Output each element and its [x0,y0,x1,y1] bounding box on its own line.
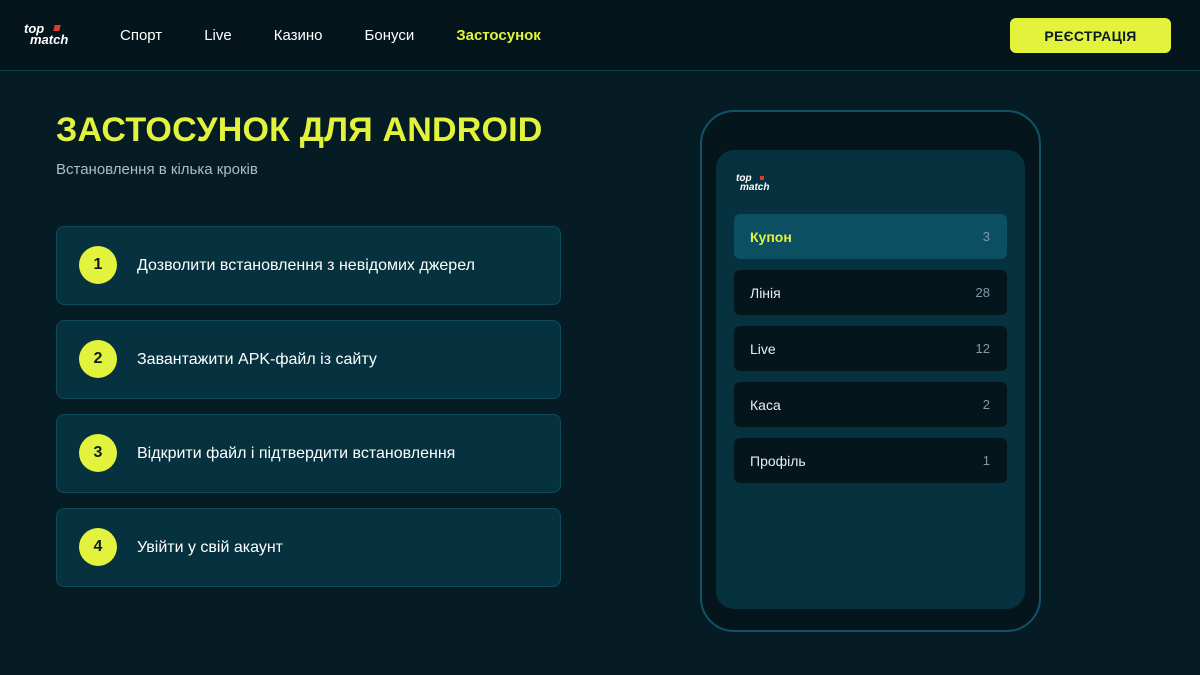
menu-item-count: 12 [975,341,990,356]
main-nav: Спорт Live Казино Бонуси Застосунок [120,0,583,70]
app-logo-top-text: top [736,173,752,184]
step-number-badge: 2 [79,340,117,378]
nav-item-app[interactable]: Застосунок [456,27,541,44]
menu-item-count: 2 [982,397,990,412]
step-number-badge: 3 [79,434,117,472]
app-menu-item-profile[interactable]: Профіль 1 [734,438,1007,483]
step-text: Завантажити APK-файл із сайту [137,350,377,368]
menu-item-label: Профіль [750,452,806,469]
phone-mockup: top match Купон 3 Лінія 28 Live 12 Каса … [700,110,1041,632]
step-card: 4 Увійти у свій акаунт [56,508,561,587]
step-text: Дозволити встановлення з невідомих джере… [137,256,475,274]
app-logo: top match [736,173,770,193]
step-text: Увійти у свій акаунт [137,538,283,556]
menu-item-label: Live [750,340,776,357]
register-button[interactable]: РЕЄСТРАЦІЯ [1010,18,1171,53]
app-menu-item-cashier[interactable]: Каса 2 [734,382,1007,427]
page-title: ЗАСТОСУНОК ДЛЯ ANDROID [56,111,543,149]
step-number-badge: 1 [79,246,117,284]
app-logo-mark-icon [760,176,764,180]
app-menu-item-line[interactable]: Лінія 28 [734,270,1007,315]
brand-logo[interactable]: top match [24,22,88,49]
nav-item-casino[interactable]: Казино [274,27,323,44]
top-header: top match Спорт Live Казино Бонуси Засто… [0,0,1200,71]
step-text: Відкрити файл і підтвердити встановлення [137,444,456,462]
nav-item-sport[interactable]: Спорт [120,27,162,44]
step-card: 1 Дозволити встановлення з невідомих дже… [56,226,561,305]
nav-item-bonuses[interactable]: Бонуси [365,27,415,44]
menu-item-count: 1 [982,453,990,468]
page-subtitle: Встановлення в кілька кроків [56,161,258,178]
step-card: 2 Завантажити APK-файл із сайту [56,320,561,399]
nav-item-live[interactable]: Live [204,27,232,44]
menu-item-count: 28 [975,285,990,300]
menu-item-label: Лінія [750,284,781,301]
step-number-badge: 4 [79,528,117,566]
app-logo-bottom-text: match [740,182,770,193]
app-menu-item-live[interactable]: Live 12 [734,326,1007,371]
app-menu-item-coupon[interactable]: Купон 3 [734,214,1007,259]
phone-screen: top match Купон 3 Лінія 28 Live 12 Каса … [716,150,1025,609]
menu-item-count: 3 [982,229,990,244]
menu-item-label: Каса [750,396,781,413]
menu-item-label: Купон [750,228,792,245]
step-card: 3 Відкрити файл і підтвердити встановлен… [56,414,561,493]
